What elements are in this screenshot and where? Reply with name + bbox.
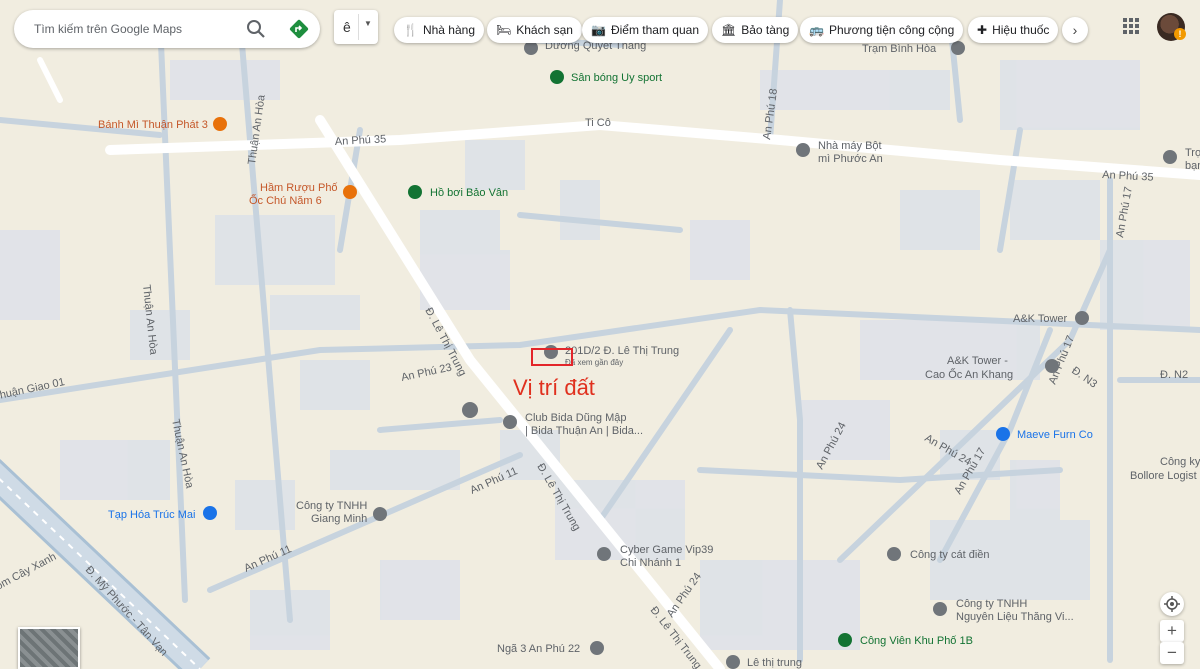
poi-le-thi-trung[interactable]: Lê thị trung: [726, 655, 802, 669]
svg-text:mì Phước An: mì Phước An: [818, 153, 883, 165]
location-highlight-box: [531, 348, 573, 366]
svg-text:Công ky: Công ky: [1160, 456, 1200, 468]
alert-badge-icon: !: [1174, 28, 1186, 40]
directions-icon[interactable]: [288, 18, 310, 40]
divider: [358, 14, 359, 40]
chip-museums[interactable]: 🏛 Bảo tàng: [712, 17, 799, 43]
transit-icon: 🚌: [809, 23, 824, 37]
location-annotation: Vị trí đất: [513, 375, 595, 400]
svg-text:Cao Ốc An Khang: Cao Ốc An Khang: [925, 367, 1013, 381]
svg-text:Hầm Rượu Phố: Hầm Rượu Phố: [260, 182, 338, 194]
zoom-in-button[interactable]: +: [1160, 620, 1184, 642]
zoom-out-button[interactable]: −: [1160, 642, 1184, 664]
svg-text:Bollore Logist: Bollore Logist: [1130, 470, 1197, 482]
svg-text:Công ty TNHH: Công ty TNHH: [956, 598, 1027, 610]
chevron-right-icon: ›: [1072, 22, 1078, 38]
svg-text:Lê thị trung: Lê thị trung: [747, 657, 802, 669]
hotel-icon: 🛏: [496, 23, 512, 37]
svg-text:Hồ bơi Bảo Vân: Hồ bơi Bảo Vân: [430, 187, 508, 199]
svg-text:Đã xem gần đây: Đã xem gần đây: [565, 358, 623, 367]
my-location-button[interactable]: [1160, 592, 1184, 616]
svg-text:Nguyên Liệu Thăng Vi...: Nguyên Liệu Thăng Vi...: [956, 611, 1074, 623]
svg-text:Công ty TNHH: Công ty TNHH: [296, 500, 367, 512]
poi-school[interactable]: [462, 402, 478, 418]
chip-pharmacy[interactable]: ✚ Hiệu thuốc: [968, 17, 1059, 43]
search-box[interactable]: Tìm kiếm trên Google Maps: [14, 10, 320, 48]
svg-text:Cyber Game Vip39: Cyber Game Vip39: [620, 544, 713, 556]
road-label-n2: Đ. N2: [1160, 369, 1188, 381]
poi-banh-mi[interactable]: Bánh Mì Thuận Phát 3: [98, 117, 227, 131]
svg-text:Nhà máy Bột: Nhà máy Bột: [818, 140, 882, 152]
chevron-down-icon[interactable]: ▼: [364, 19, 372, 28]
svg-text:Giang Minh: Giang Minh: [311, 513, 367, 525]
svg-text:Công Viên Khu Phố 1B: Công Viên Khu Phố 1B: [860, 635, 973, 647]
plus-icon: +: [1167, 621, 1177, 640]
chip-hotels[interactable]: 🛏 Khách sạn: [487, 17, 582, 43]
minus-icon: −: [1167, 643, 1177, 662]
camera-icon: 📷: [591, 23, 606, 37]
chip-transit[interactable]: 🚌 Phương tiện công cộng: [800, 17, 964, 43]
chip-attractions[interactable]: 📷 Điểm tham quan: [582, 17, 708, 43]
svg-text:A&K Tower: A&K Tower: [1013, 313, 1068, 325]
svg-text:Club Bida Dũng Mập: Club Bida Dũng Mập: [525, 412, 627, 424]
svg-text:Maeve Furn Co: Maeve Furn Co: [1017, 429, 1093, 441]
svg-text:Chi Nhánh 1: Chi Nhánh 1: [620, 557, 681, 569]
search-input[interactable]: Tìm kiếm trên Google Maps: [34, 22, 182, 36]
svg-text:Bánh Mì Thuận Phát 3: Bánh Mì Thuận Phát 3: [98, 119, 208, 131]
svg-text:Sân bóng Uy sport: Sân bóng Uy sport: [571, 72, 662, 84]
chips-next-button[interactable]: ›: [1062, 17, 1088, 43]
restaurant-icon: 🍴: [403, 23, 418, 37]
svg-text:Tạp Hóa Trúc Mai: Tạp Hóa Trúc Mai: [108, 509, 195, 521]
svg-text:A&K Tower -: A&K Tower -: [947, 355, 1008, 367]
chip-restaurants[interactable]: 🍴 Nhà hàng: [394, 17, 484, 43]
ime-toggle[interactable]: ê ▼: [334, 10, 378, 44]
svg-text:Ốc Chú Năm 6: Ốc Chú Năm 6: [249, 193, 322, 207]
svg-text:Trọ: Trọ: [1185, 147, 1200, 159]
svg-text:Công ty cát điền: Công ty cát điền: [910, 549, 990, 561]
svg-text:Trạm Bình Hòa: Trạm Bình Hòa: [862, 43, 937, 55]
search-icon[interactable]: [246, 19, 266, 39]
apps-grid-icon[interactable]: [1120, 15, 1142, 37]
my-location-icon: [1164, 596, 1180, 612]
svg-text:201D/2 Đ. Lê Thị Trung: 201D/2 Đ. Lê Thị Trung: [565, 345, 679, 357]
museum-icon: 🏛: [721, 23, 737, 37]
road-label-ti-co: Ti Cô: [585, 117, 611, 129]
ime-label: ê: [343, 19, 351, 35]
satellite-layer-toggle[interactable]: [18, 627, 80, 669]
map-canvas[interactable]: An Phú 35 An Phú 35 Ti Cô An Phú 18 Thuậ…: [0, 0, 1200, 669]
svg-text:bạn: bạn: [1185, 160, 1200, 172]
svg-text:| Bida Thuận An | Bida...: | Bida Thuận An | Bida...: [525, 425, 643, 437]
poi-ak-tower[interactable]: A&K Tower: [1013, 311, 1089, 325]
svg-text:Ngã 3 An Phú 22: Ngã 3 An Phú 22: [497, 643, 580, 655]
pharmacy-icon: ✚: [977, 23, 988, 37]
